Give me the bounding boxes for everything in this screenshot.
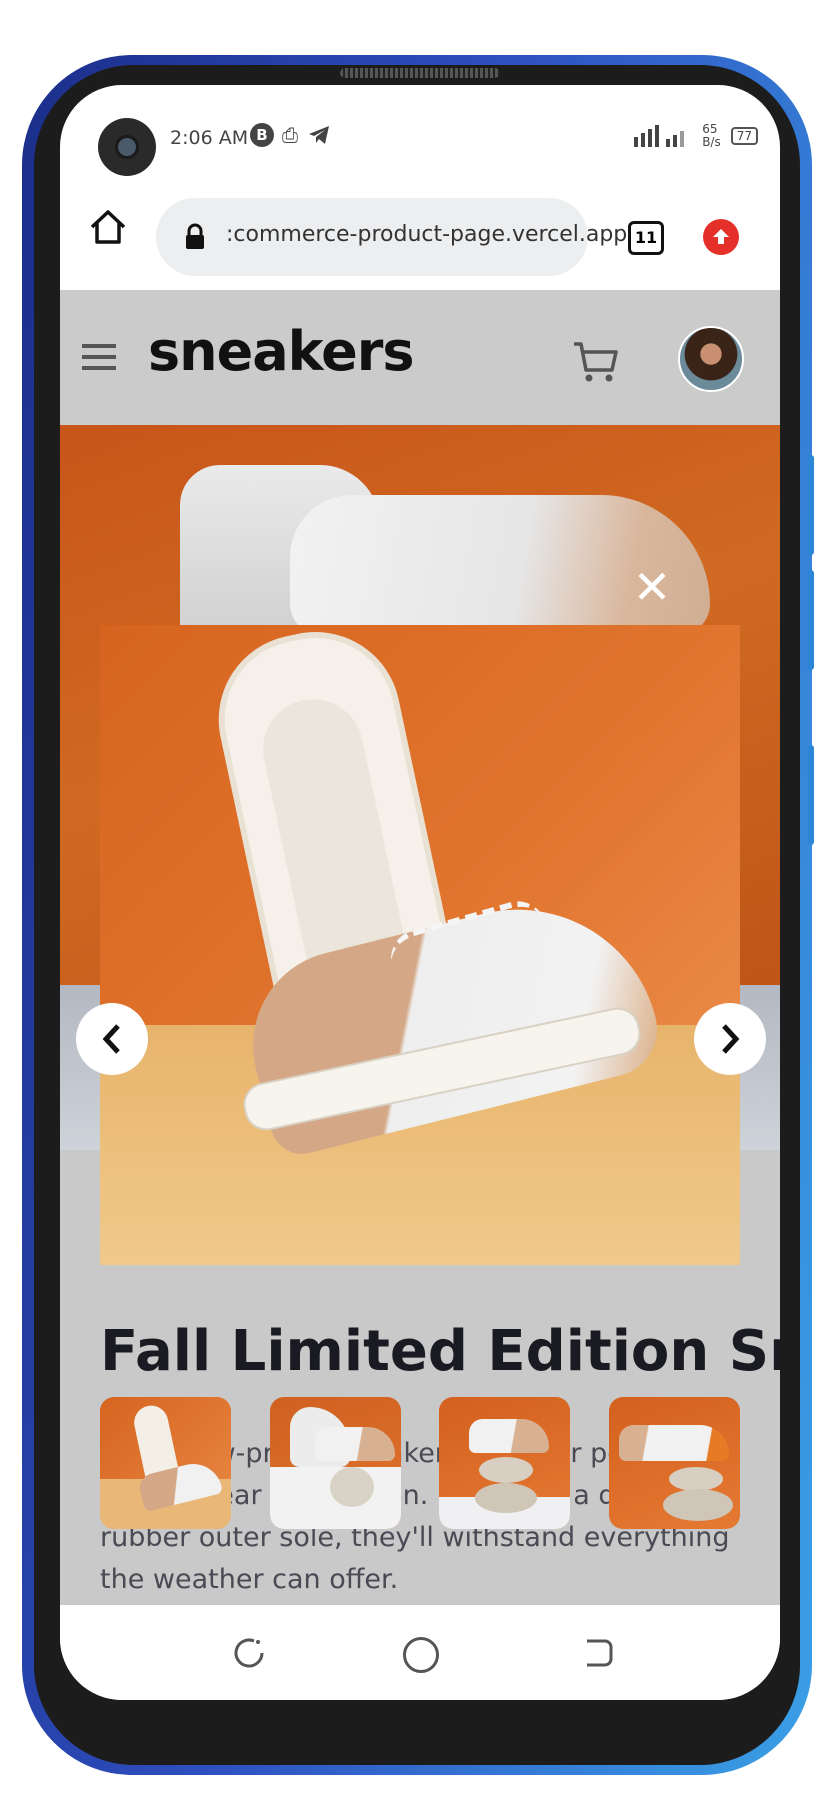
status-right: 65 B/s 77 <box>632 123 758 149</box>
nav-recent-icon[interactable] <box>581 1637 615 1669</box>
lock-icon[interactable] <box>184 223 206 251</box>
status-bar: 2:06 AM B ⎙ 65 B/s 77 <box>60 85 780 185</box>
status-time: 2:06 AM <box>170 127 249 149</box>
url-text[interactable]: :commerce-product-page.vercel.app <box>226 222 627 247</box>
chevron-right-icon[interactable] <box>718 1022 742 1056</box>
earpiece-speaker <box>340 68 500 78</box>
address-bar[interactable]: :commerce-product-page.vercel.app <box>156 198 627 276</box>
lightbox-main-image <box>100 625 740 1265</box>
upload-icon[interactable] <box>703 219 739 255</box>
power-button <box>808 745 814 845</box>
system-nav-bar <box>60 1605 780 1700</box>
product-title: Fall Limited Edition Sneakers <box>100 1319 780 1384</box>
b-app-icon: B <box>250 123 274 147</box>
battery-indicator: 77 <box>730 127 758 145</box>
thumbnail-3[interactable] <box>439 1397 571 1529</box>
previous-image-button[interactable] <box>76 1003 148 1075</box>
status-icons: B ⎙ <box>250 123 332 147</box>
battery-saver-icon: ⎙ <box>282 123 298 147</box>
menu-icon[interactable] <box>82 342 116 372</box>
tabs-button[interactable]: 11 <box>628 221 664 255</box>
telegram-icon <box>309 126 329 144</box>
signal-icon <box>634 125 685 147</box>
site-logo[interactable]: sneakers <box>148 320 415 383</box>
close-icon[interactable]: ✕ <box>630 564 674 610</box>
home-icon[interactable] <box>88 207 128 247</box>
thumbnail-2[interactable] <box>269 1397 401 1529</box>
thumbnail-1[interactable] <box>100 1397 231 1529</box>
nav-home-icon[interactable] <box>403 1637 439 1673</box>
thumbnail-4[interactable] <box>608 1397 740 1529</box>
browser-toolbar: :commerce-product-page.vercel.app 11 <box>60 185 780 280</box>
cart-icon[interactable] <box>572 340 620 384</box>
volume-down-button <box>808 570 814 670</box>
site-header: sneakers <box>60 290 780 425</box>
nav-back-icon[interactable] <box>232 1637 266 1669</box>
next-image-button[interactable] <box>694 1003 766 1075</box>
front-camera <box>98 118 156 176</box>
chevron-left-icon[interactable] <box>100 1022 124 1056</box>
screen: 2:06 AM B ⎙ 65 B/s 77 :commerce-product-… <box>60 85 780 1700</box>
thumbnail-strip <box>100 1397 740 1529</box>
avatar[interactable] <box>678 326 744 392</box>
volume-up-button <box>808 455 814 555</box>
net-speed: 65 B/s <box>702 122 721 149</box>
